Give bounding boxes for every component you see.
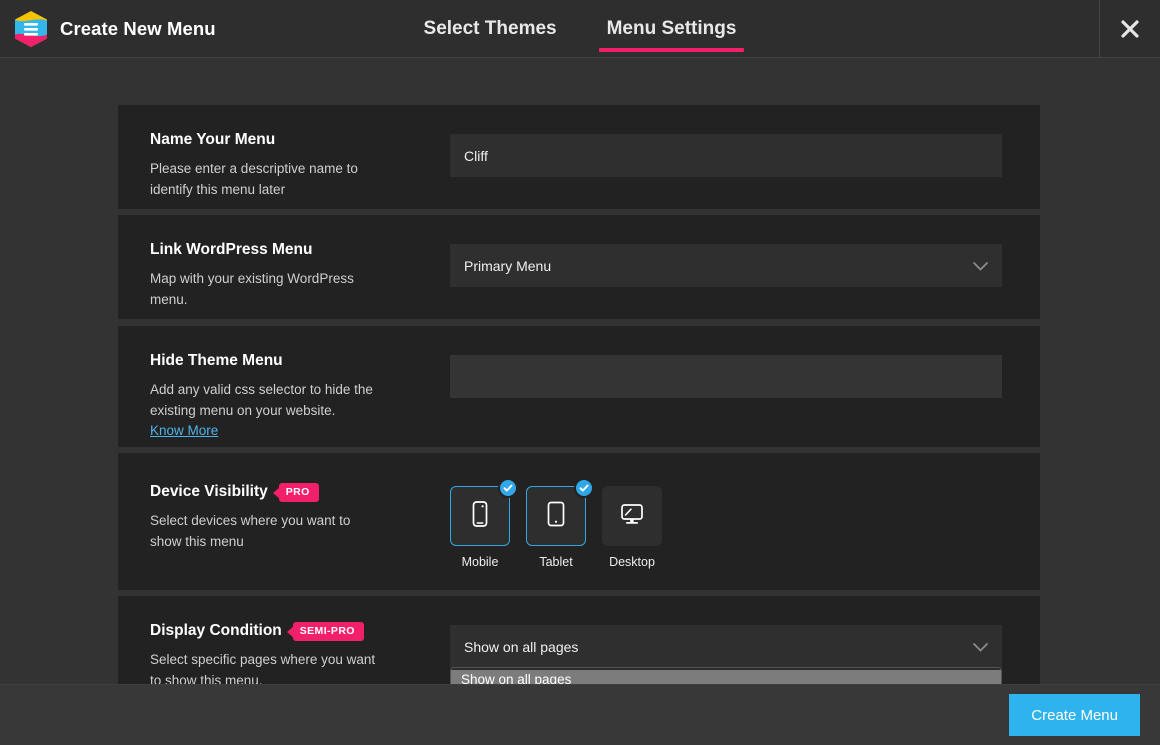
- desktop-icon: [617, 500, 647, 533]
- hamburger-hex-logo-icon: [14, 10, 48, 48]
- selected-value: Show on all pages: [464, 638, 579, 655]
- menu-name-input[interactable]: [450, 134, 1002, 177]
- brand: Create New Menu: [0, 10, 216, 48]
- know-more-link[interactable]: Know More: [150, 421, 218, 442]
- selected-value: Primary Menu: [464, 257, 552, 274]
- row-link-wordpress-menu: Link WordPress Menu Map with your existi…: [118, 215, 1040, 319]
- close-icon: [1119, 18, 1141, 40]
- tablet-icon: [543, 499, 569, 534]
- selected-check-icon: [498, 478, 518, 498]
- dropdown-option-show-on-all-pages[interactable]: Show on all pages: [451, 670, 1001, 684]
- link-wordpress-menu-select[interactable]: Primary Menu: [450, 244, 1002, 287]
- device-visibility-options: Mobile Tablet Desktop: [450, 478, 1008, 569]
- row-title: Name Your Menu: [150, 131, 276, 148]
- device-label: Desktop: [609, 555, 655, 569]
- semi-pro-badge: SEMI-PRO: [292, 622, 364, 641]
- device-tile[interactable]: [450, 478, 518, 546]
- display-condition-options-list[interactable]: Show on all pages Use as shortcode Exclu…: [450, 667, 1002, 684]
- row-title: Link WordPress Menu: [150, 241, 313, 258]
- row-name-your-menu: Name Your Menu Please enter a descriptiv…: [118, 105, 1040, 209]
- device-tile[interactable]: [602, 486, 662, 546]
- device-option-desktop[interactable]: Desktop: [602, 486, 662, 569]
- tab-menu-settings[interactable]: Menu Settings: [598, 0, 745, 58]
- selected-check-icon: [574, 478, 594, 498]
- row-title: Device Visibility PRO: [150, 483, 430, 502]
- row-description: Add any valid css selector to hide the e…: [150, 380, 382, 443]
- mobile-icon: [467, 499, 493, 534]
- settings-content: Name Your Menu Please enter a descriptiv…: [0, 58, 1160, 684]
- tab-select-themes[interactable]: Select Themes: [416, 0, 565, 58]
- chevron-down-icon: [973, 258, 988, 274]
- row-device-visibility: Device Visibility PRO Select devices whe…: [118, 453, 1040, 590]
- close-button[interactable]: [1099, 0, 1160, 58]
- row-display-condition: Display Condition SEMI-PRO Select specif…: [118, 596, 1040, 684]
- pro-badge: PRO: [278, 483, 319, 502]
- row-description: Select devices where you want to show th…: [150, 513, 351, 549]
- device-label: Mobile: [461, 555, 499, 569]
- row-description: Map with your existing WordPress menu.: [150, 270, 354, 307]
- app-header: Create New Menu Select Themes Menu Setti…: [0, 0, 1160, 58]
- css-selector-input[interactable]: [450, 355, 1002, 398]
- footer-bar: Create Menu: [0, 684, 1160, 745]
- chevron-down-icon: [973, 639, 988, 655]
- row-description: Select specific pages where you want to …: [150, 652, 376, 684]
- row-description-text: Add any valid css selector to hide the e…: [150, 381, 373, 418]
- device-option-mobile[interactable]: Mobile: [450, 478, 518, 569]
- create-menu-button[interactable]: Create Menu: [1009, 694, 1140, 736]
- device-option-tablet[interactable]: Tablet: [526, 478, 594, 569]
- device-tile[interactable]: [526, 478, 594, 546]
- row-description: Please enter a descriptive name to ident…: [150, 160, 358, 197]
- row-title: Display Condition SEMI-PRO: [150, 622, 430, 641]
- display-condition-select[interactable]: Show on all pages: [450, 625, 1002, 668]
- row-title: Hide Theme Menu: [150, 352, 283, 369]
- row-hide-theme-menu: Hide Theme Menu Add any valid css select…: [118, 326, 1040, 447]
- device-label: Tablet: [539, 555, 573, 569]
- app-title: Create New Menu: [60, 17, 216, 39]
